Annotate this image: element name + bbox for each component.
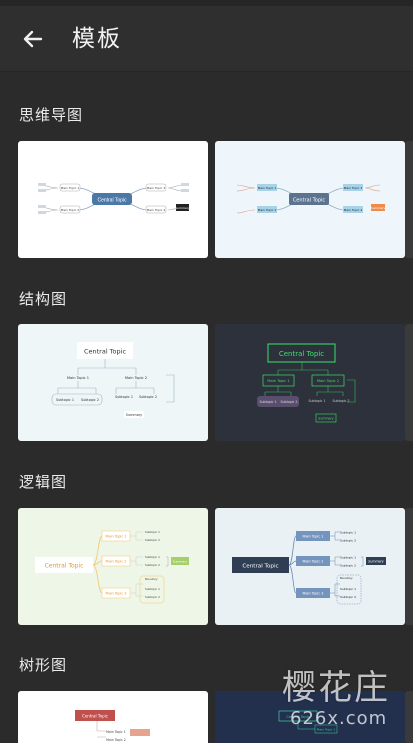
- central-topic-label: Central Topic: [45, 563, 84, 570]
- tree-chart-preview: Central Topic Main Topic 1: [278, 710, 338, 734]
- topic-label: Main Topic 1: [317, 728, 336, 732]
- arrow-left-icon: [23, 30, 43, 48]
- summary-label: Summary: [371, 206, 386, 210]
- topic-label: Main Topic 1: [258, 186, 277, 190]
- central-topic-label: Central Topic: [97, 198, 127, 204]
- subtopic-label: Subtopic 1: [340, 587, 356, 591]
- topic-label: Main Topic 1: [303, 535, 324, 539]
- topic-label: Main Topic 2: [61, 208, 80, 212]
- central-topic-label: Central Topic: [242, 564, 278, 570]
- section-title-structure: 结构图: [19, 290, 68, 308]
- structure-preview: Central Topic Main Topic 1 Main Topic 2 …: [257, 343, 356, 423]
- topic-label: Main Topic 4: [147, 208, 166, 212]
- topic-label: Main Topic 2: [317, 379, 339, 383]
- subtopic-label: Subtopic 1: [309, 399, 326, 403]
- summary-label: Summary: [318, 417, 334, 421]
- subtopic-label: Subtopic 1: [340, 556, 356, 560]
- topic-label: Main Topic 3: [106, 592, 127, 596]
- subtopic-label: Subtopic 2: [340, 564, 356, 568]
- subtopic-label: Subtopic 1: [115, 395, 133, 399]
- page-title: 模板: [72, 26, 122, 52]
- subtopic-label: Subtopic 1: [56, 398, 74, 402]
- next-card-peek: [405, 508, 413, 625]
- template-card-tree-1[interactable]: Central Topic Main Topic 1 Main Topic 2: [18, 691, 208, 743]
- template-card-mindmap-1[interactable]: Central Topic Main Topic 1 Main Topic 2 …: [18, 141, 208, 258]
- template-card-mindmap-2[interactable]: Central Topic Main Topic 1 Main Topic 2 …: [215, 141, 405, 258]
- topic-label: Main Topic 3: [147, 186, 166, 190]
- logic-chart-preview: Central Topic Main Topic 1 Main Topic 2 …: [35, 530, 189, 604]
- next-card-peek: [405, 691, 413, 743]
- mindmap-preview: Central Topic Main Topic 1 Main Topic 2 …: [236, 184, 386, 214]
- topic-label: Main Topic 3: [303, 592, 324, 596]
- topic-label: Main Topic 1: [106, 535, 127, 539]
- subtopic-label: Subtopic 1: [260, 400, 277, 404]
- logic-chart-preview: Central Topic Main Topic 1 Main Topic 2 …: [232, 531, 386, 605]
- template-card-logic-2[interactable]: Central Topic Main Topic 1 Main Topic 2 …: [215, 508, 405, 625]
- tree-chart-preview: Central Topic Main Topic 1 Main Topic 2: [75, 710, 150, 742]
- section-title-mindmap: 思维导图: [19, 106, 84, 124]
- topic-label: Main Topic 1: [106, 730, 126, 734]
- mindmap-preview: Central Topic Main Topic 1 Main Topic 2 …: [38, 183, 190, 214]
- back-button[interactable]: [14, 20, 52, 58]
- topic-label: Main Topic 1: [61, 186, 80, 190]
- topic-label: Main Topic 1: [267, 379, 289, 383]
- summary-label: Summary: [173, 560, 188, 564]
- topic-label: Main Topic 2: [125, 376, 147, 380]
- topic-label: Main Topic 2: [258, 208, 277, 212]
- subtopic-label: Subtopic 2: [340, 539, 356, 543]
- central-topic-label: Central Topic: [293, 198, 326, 204]
- topic-label: Main Topic 2: [106, 560, 127, 564]
- subtopic-label: Subtopic 1: [145, 587, 160, 591]
- template-card-tree-2[interactable]: Central Topic Main Topic 1: [215, 691, 405, 743]
- app-bar: 模板: [0, 6, 413, 72]
- topic-label: Main Topic 1: [67, 376, 89, 380]
- central-topic-label: Central Topic: [82, 714, 108, 719]
- subtopic-label: Subtopic 2: [340, 595, 356, 599]
- section-title-logic: 逻辑图: [19, 473, 68, 491]
- topic-label: Main Topic 2: [106, 738, 126, 742]
- subtopic-label: Subtopic 2: [139, 395, 157, 399]
- subtopic-label: Subtopic 2: [333, 399, 350, 403]
- central-topic-label: Central Topic: [286, 715, 309, 719]
- central-topic-label: Central Topic: [84, 348, 127, 356]
- topic-label: Main Topic 4: [344, 208, 363, 212]
- subtopic-label: Subtopic 2: [81, 398, 99, 402]
- subtopic-label: Subtopic 1: [145, 555, 160, 559]
- central-topic-label: Central Topic: [279, 350, 324, 358]
- subtopic-label: Subtopic 2: [145, 538, 160, 542]
- template-card-structure-1[interactable]: Central Topic Main Topic 1 Main Topic 2 …: [18, 324, 208, 441]
- summary-label: Summary: [368, 560, 384, 564]
- template-card-structure-2[interactable]: Central Topic Main Topic 1 Main Topic 2 …: [215, 324, 405, 441]
- topic-label: Main Topic 3: [344, 186, 363, 190]
- section-title-tree: 树形图: [19, 656, 68, 674]
- boundary-label: Boundary: [340, 576, 353, 580]
- topic-label: Main Topic 2: [303, 560, 324, 564]
- subtopic-label: Subtopic 2: [145, 595, 160, 599]
- next-card-peek: [405, 324, 413, 441]
- summary-label: Summary: [126, 413, 142, 417]
- boundary-label: Boundary: [145, 577, 158, 581]
- subtopic-label: Subtopic 2: [145, 563, 160, 567]
- subtopic-label: Subtopic 2: [281, 400, 298, 404]
- structure-preview: Central Topic Main Topic 1 Main Topic 2 …: [51, 342, 175, 418]
- subtopic-label: Subtopic 1: [340, 531, 356, 535]
- summary-label: Summary: [175, 206, 190, 210]
- template-card-logic-1[interactable]: Central Topic Main Topic 1 Main Topic 2 …: [18, 508, 208, 625]
- subtopic-label: Subtopic 1: [145, 530, 160, 534]
- next-card-peek: [405, 141, 413, 258]
